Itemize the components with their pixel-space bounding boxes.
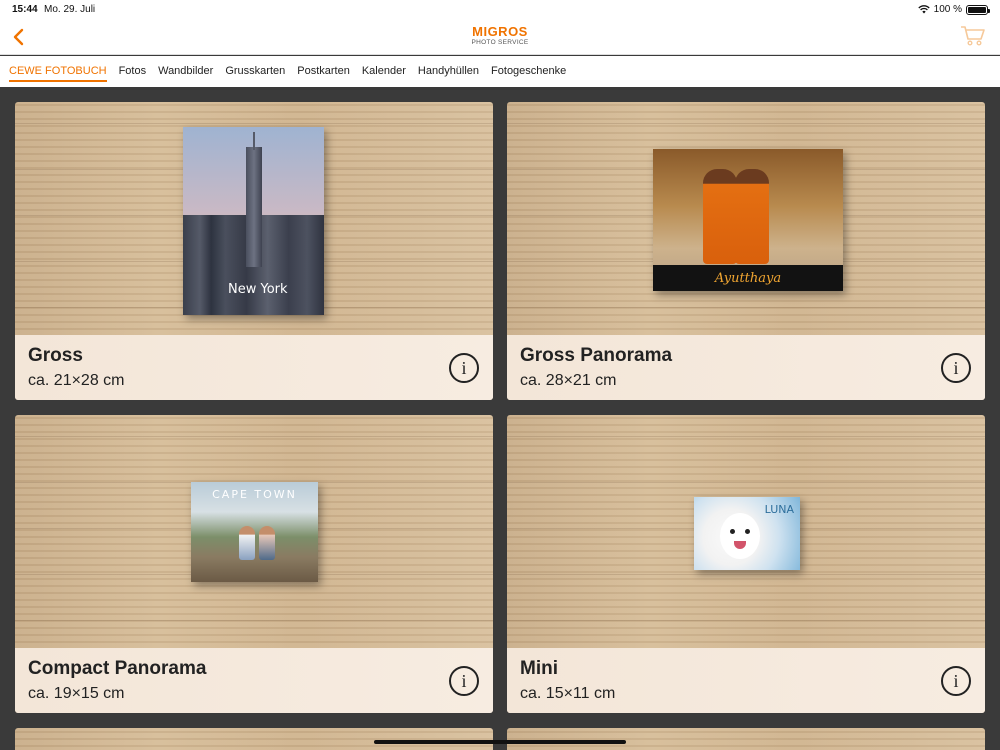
product-card-partial[interactable]: [15, 728, 493, 750]
product-title: Mini: [520, 658, 558, 679]
product-size: ca. 21×28 cm: [28, 372, 125, 389]
product-title: Compact Panorama: [28, 658, 207, 679]
cover-text: New York: [228, 282, 288, 297]
tab-grusskarten[interactable]: Grusskarten: [225, 56, 285, 87]
info-button[interactable]: i: [941, 666, 971, 696]
book-cover-image: LUNA: [694, 497, 800, 570]
cover-text: CAPE TOWN: [212, 488, 297, 501]
tab-fotogeschenke[interactable]: Fotogeschenke: [491, 56, 566, 87]
book-cover-image: Ayutthaya: [653, 149, 843, 291]
status-right: 100 %: [917, 4, 990, 15]
book-cover-image: CAPE TOWN: [191, 482, 318, 582]
battery-percent: 100 %: [933, 4, 962, 15]
cover-text: LUNA: [764, 503, 794, 516]
tab-postkarten[interactable]: Postkarten: [297, 56, 350, 87]
product-info: Gross ca. 21×28 cm i: [15, 335, 493, 400]
wifi-icon: [917, 5, 930, 14]
tab-kalender[interactable]: Kalender: [362, 56, 406, 87]
cover-text: Ayutthaya: [714, 271, 782, 286]
product-card-gross-panorama[interactable]: Ayutthaya Gross Panorama ca. 28×21 cm i: [507, 102, 985, 400]
product-size: ca. 19×15 cm: [28, 685, 125, 702]
product-card-mini[interactable]: LUNA Mini ca. 15×11 cm i: [507, 415, 985, 713]
status-bar: 15:44 Mo. 29. Juli 100 %: [0, 0, 1000, 20]
info-button[interactable]: i: [449, 353, 479, 383]
back-button[interactable]: [6, 24, 30, 50]
product-info: Gross Panorama ca. 28×21 cm i: [507, 335, 985, 400]
category-tabs: CEWE FOTOBUCH Fotos Wandbilder Grusskart…: [0, 56, 1000, 87]
info-button[interactable]: i: [449, 666, 479, 696]
product-title: Gross Panorama: [520, 345, 673, 366]
battery-icon: [966, 4, 990, 15]
home-indicator[interactable]: [374, 740, 626, 744]
tab-wandbilder[interactable]: Wandbilder: [158, 56, 213, 87]
migros-logo: MIGROS PHOTO SERVICE: [471, 25, 528, 47]
book-cover-image: New York: [183, 127, 324, 315]
product-card-gross[interactable]: New York Gross ca. 21×28 cm i: [15, 102, 493, 400]
product-card-compact-panorama[interactable]: CAPE TOWN Compact Panorama ca. 19×15 cm …: [15, 415, 493, 713]
nav-bar: MIGROS PHOTO SERVICE: [0, 20, 1000, 55]
product-card-partial[interactable]: [507, 728, 985, 750]
chevron-left-icon: [13, 28, 24, 46]
status-date: Mo. 29. Juli: [44, 4, 96, 15]
logo-brand: MIGROS: [472, 24, 528, 39]
product-info: Mini ca. 15×11 cm i: [507, 648, 985, 713]
cart-icon: [961, 26, 985, 46]
tab-fotos[interactable]: Fotos: [119, 56, 147, 87]
info-button[interactable]: i: [941, 353, 971, 383]
cart-button[interactable]: [960, 25, 986, 47]
product-size: ca. 15×11 cm: [520, 685, 616, 702]
product-title: Gross: [28, 345, 83, 366]
tab-handyhuellen[interactable]: Handyhüllen: [418, 56, 479, 87]
status-time: 15:44: [12, 4, 38, 15]
product-info: Compact Panorama ca. 19×15 cm i: [15, 648, 493, 713]
product-size: ca. 28×21 cm: [520, 372, 617, 389]
tab-cewe-fotobuch[interactable]: CEWE FOTOBUCH: [9, 56, 107, 87]
logo-subtitle: PHOTO SERVICE: [471, 39, 529, 46]
